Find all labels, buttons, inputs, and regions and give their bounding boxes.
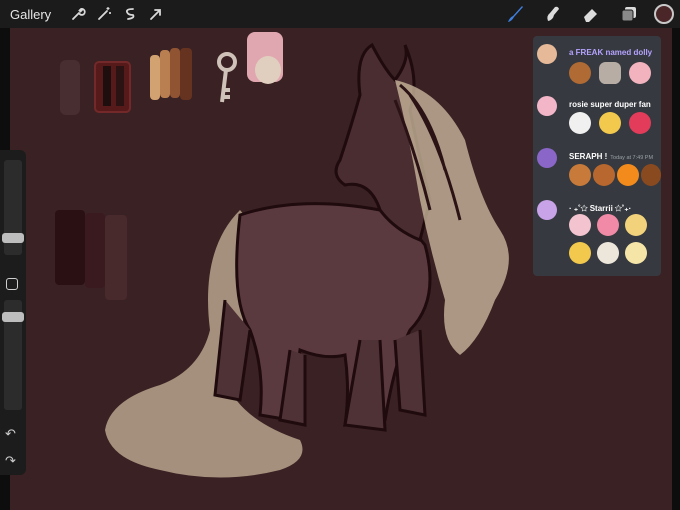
seashell-icon <box>629 62 651 84</box>
opacity-thumb[interactable] <box>2 312 24 322</box>
eraser-icon[interactable] <box>578 1 604 27</box>
selection-s-icon[interactable] <box>117 1 143 27</box>
modify-button[interactable] <box>6 278 18 290</box>
flower-icon <box>625 242 647 264</box>
left-sidebar: ↶ ↷ <box>0 150 26 475</box>
sparkles-icon <box>569 242 591 264</box>
cupcake-icon <box>597 214 619 236</box>
leaf-icon <box>593 164 615 186</box>
candle-icon <box>597 242 619 264</box>
key-doodle <box>217 52 237 103</box>
actions-wrench-icon[interactable] <box>65 1 91 27</box>
username: rosie super duper fan <box>569 100 651 109</box>
pie-icon <box>641 164 661 186</box>
gallery-button[interactable]: Gallery <box>10 7 51 22</box>
fire-icon <box>617 164 639 186</box>
username: a FREAK named dolly <box>569 48 653 57</box>
redo-button[interactable]: ↷ <box>5 453 16 469</box>
cookie-icon <box>569 62 591 84</box>
avatar <box>537 200 557 220</box>
username: SERAPH ! Today at 7:49 PM <box>569 152 654 161</box>
avatar <box>537 96 557 116</box>
brush-icon[interactable] <box>502 1 528 27</box>
brush-size-slider[interactable] <box>2 160 24 255</box>
key-icon <box>599 62 621 84</box>
sweets-icon <box>569 214 591 236</box>
undo-button[interactable]: ↶ <box>5 426 16 442</box>
leaf-icon <box>569 164 591 186</box>
avatar <box>537 148 557 168</box>
message-item: · ₊˚✩ Starrii ✩˚₊· <box>537 200 661 274</box>
brush-size-thumb[interactable] <box>2 233 24 243</box>
timestamp: Today at 7:49 PM <box>610 155 654 161</box>
message-item: a FREAK named dolly <box>537 44 661 94</box>
layers-icon[interactable] <box>616 1 642 27</box>
smudge-icon[interactable] <box>540 1 566 27</box>
sparkles-icon <box>599 112 621 134</box>
top-toolbar: Gallery <box>0 0 680 28</box>
sheep-icon <box>569 112 591 134</box>
message-item: SERAPH ! Today at 7:49 PM <box>537 148 661 198</box>
username: · ₊˚✩ Starrii ✩˚₊· <box>569 204 632 213</box>
heart-icon <box>629 112 651 134</box>
adjustments-wand-icon[interactable] <box>91 1 117 27</box>
opacity-slider[interactable] <box>2 300 24 410</box>
avatar <box>537 44 557 64</box>
color-picker-swatch[interactable] <box>654 4 674 24</box>
discord-reference-image: a FREAK named dolly rosie super duper fa… <box>533 36 661 276</box>
transform-arrow-icon[interactable] <box>143 1 169 27</box>
message-item: rosie super duper fan <box>537 96 661 146</box>
rainbow-cloud-icon <box>625 214 647 236</box>
